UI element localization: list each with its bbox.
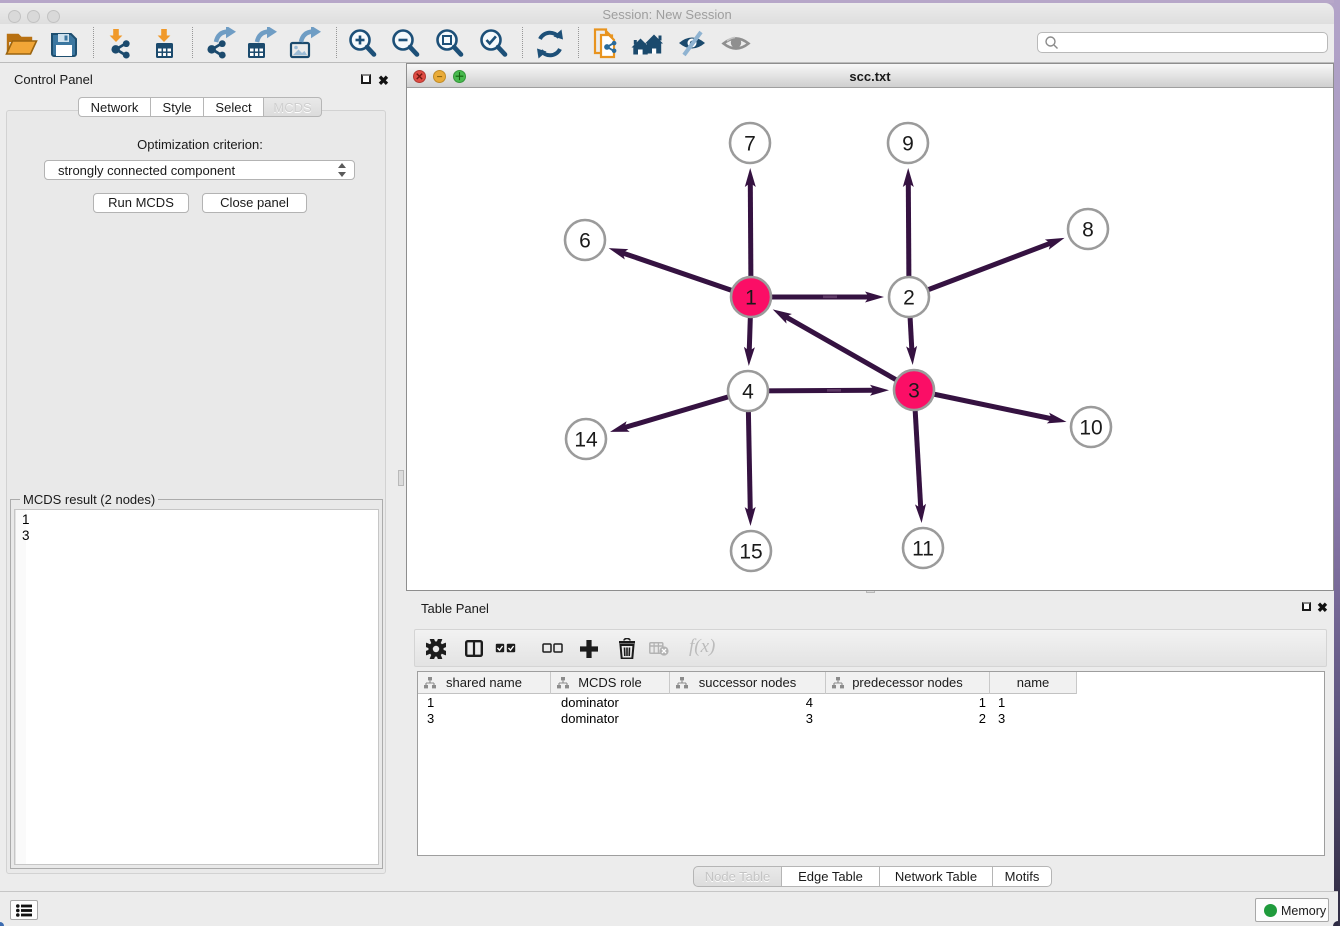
svg-text:4: 4 xyxy=(742,381,754,404)
svg-text:6: 6 xyxy=(579,230,591,253)
svg-text:15: 15 xyxy=(739,541,762,564)
svg-text:8: 8 xyxy=(1082,219,1094,242)
svg-text:9: 9 xyxy=(902,133,914,156)
svg-text:2: 2 xyxy=(903,287,915,310)
svg-text:7: 7 xyxy=(744,133,756,156)
svg-text:3: 3 xyxy=(908,380,920,403)
svg-text:14: 14 xyxy=(574,429,598,452)
svg-text:10: 10 xyxy=(1079,417,1102,440)
svg-text:11: 11 xyxy=(912,538,934,561)
svg-text:1: 1 xyxy=(745,287,757,310)
